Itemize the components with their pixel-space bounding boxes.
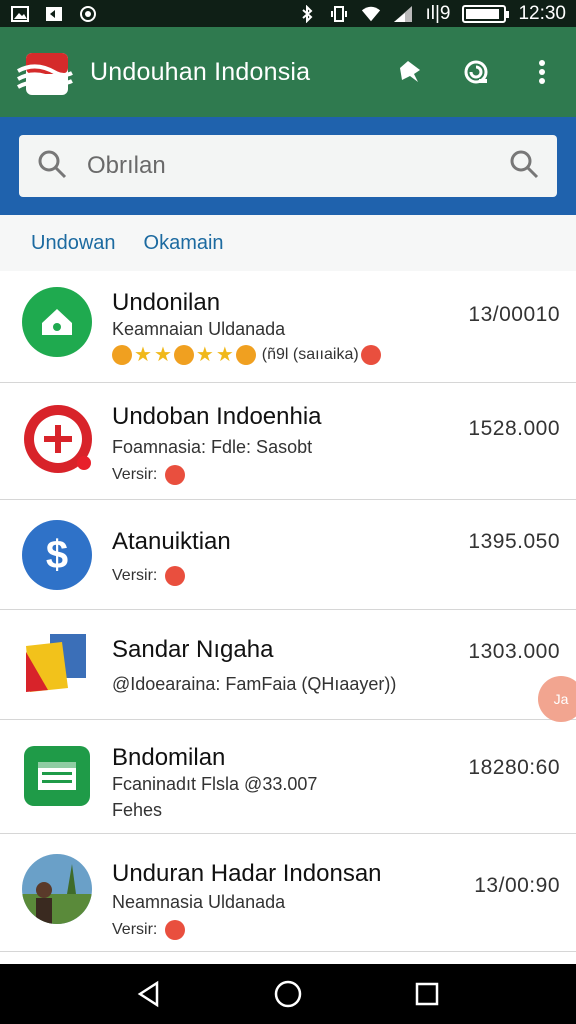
status-bar: ıl|9 12:30 — [0, 0, 576, 27]
emoji-icon — [165, 566, 186, 586]
rating-row: ★ ★ ★ ★ (ñ9l (saııaika) — [112, 345, 381, 365]
list-item[interactable]: $ Atanuiktian Versir: 1395.050 — [0, 500, 576, 610]
app-title: Undouhan Indonsia — [90, 57, 311, 86]
signal-text: ıl|9 — [425, 2, 451, 24]
photo-avatar-icon — [22, 854, 92, 924]
item-price: 13/00:90 — [474, 874, 560, 897]
list-item[interactable]: Undoban Indoenhia Foamnasia: Fdle: Sasob… — [0, 383, 576, 500]
item-price: 18280:60 — [468, 756, 560, 779]
star-icon: ★ — [195, 344, 214, 366]
item-title: Sandar Nıgaha — [112, 636, 274, 663]
item-version: Versir: — [112, 921, 158, 938]
download-list: Undonilan Keamnaian Uldanada ★ ★ ★ ★ (ñ9… — [0, 271, 576, 952]
tab-undowan[interactable]: Undowan — [31, 232, 116, 255]
item-version: Fehes — [112, 800, 163, 820]
battery-icon — [462, 4, 510, 23]
version-row: Versir: — [112, 566, 186, 586]
emoji-icon — [360, 345, 381, 365]
list-item[interactable]: Sandar Nıgaha @Idoearaina: FamFaia (QHıa… — [0, 610, 576, 720]
item-price: 1528.000 — [468, 417, 560, 440]
item-extra: (ñ9l (saııaika) — [261, 346, 359, 363]
list-item[interactable]: Unduran Hadar Indonsan Neamnasia Uldanad… — [0, 834, 576, 952]
item-title: Atanuiktian — [112, 528, 231, 555]
list-item[interactable]: Bndomilan Fcaninadıt Flsla @33.007 Fehes… — [0, 720, 576, 834]
whatsapp-icon — [78, 5, 98, 23]
status-time: 12:30 — [518, 2, 566, 24]
search-area: Obrılan — [0, 117, 576, 215]
version-row: Versir: — [112, 465, 186, 485]
item-price: 1303.000 — [468, 640, 560, 663]
more-vert-icon[interactable] — [524, 54, 560, 90]
star-icon: ★ — [134, 344, 152, 366]
item-subtitle: Keamnaian Uldanada — [112, 319, 286, 339]
app-logo-icon — [16, 43, 74, 101]
item-subtitle: Foamnasia: Fdle: Sasobt — [112, 437, 313, 457]
svg-text:$: $ — [46, 533, 68, 577]
floating-badge[interactable]: Ja — [538, 676, 576, 722]
pin-icon[interactable] — [392, 54, 428, 90]
item-version: Versir: — [112, 567, 158, 584]
item-title: Bndomilan — [112, 744, 226, 771]
home-icon — [22, 287, 92, 357]
notification-icon — [44, 5, 64, 23]
bluetooth-icon — [297, 4, 317, 23]
navigation-bar — [0, 964, 576, 1024]
item-version: Versir: — [112, 466, 158, 483]
item-title: Undoban Indoenhia — [112, 403, 322, 430]
app-bar: Undouhan Indonsia — [0, 27, 576, 117]
plus-icon — [22, 403, 92, 473]
item-price: 13/00010 — [468, 303, 560, 326]
sync-icon[interactable] — [458, 54, 494, 90]
search-icon — [37, 149, 67, 184]
item-title: Undonilan — [112, 289, 221, 316]
wifi-icon — [361, 5, 381, 23]
battery-level — [466, 8, 499, 19]
emoji-icon — [165, 465, 186, 485]
item-subtitle: Neamnasia Uldanada — [112, 892, 286, 912]
back-icon[interactable] — [129, 974, 169, 1014]
list-item[interactable]: Undonilan Keamnaian Uldanada ★ ★ ★ ★ (ñ9… — [0, 271, 576, 383]
calendar-icon — [22, 744, 92, 814]
emoji-icon — [165, 920, 186, 940]
search-input[interactable]: Obrılan — [19, 135, 557, 197]
image-icon — [10, 5, 30, 23]
emoji-icon — [112, 345, 132, 365]
star-icon: ★ — [215, 344, 234, 366]
item-price: 1395.050 — [468, 530, 560, 553]
star-icon: ★ — [153, 344, 172, 366]
signal-icon — [393, 5, 413, 23]
search-placeholder: Obrılan — [87, 152, 166, 179]
tab-bar: Undowan Okamain — [0, 215, 576, 271]
tab-okamain[interactable]: Okamain — [144, 232, 224, 255]
emoji-icon — [235, 345, 256, 365]
vibrate-icon — [329, 5, 349, 23]
dollar-icon: $ — [22, 520, 92, 590]
search-submit-icon[interactable] — [509, 149, 539, 184]
item-subtitle: @Idoearaina: FamFaia (QHıaayer)) — [112, 674, 397, 694]
home-circle-icon[interactable] — [268, 974, 308, 1014]
version-row: Versir: — [112, 920, 186, 940]
emoji-icon — [173, 345, 194, 365]
item-subtitle: Fcaninadıt Flsla @33.007 — [112, 774, 318, 794]
folder-app-icon — [22, 630, 92, 700]
recents-icon[interactable] — [407, 974, 447, 1014]
item-title: Unduran Hadar Indonsan — [112, 860, 382, 887]
